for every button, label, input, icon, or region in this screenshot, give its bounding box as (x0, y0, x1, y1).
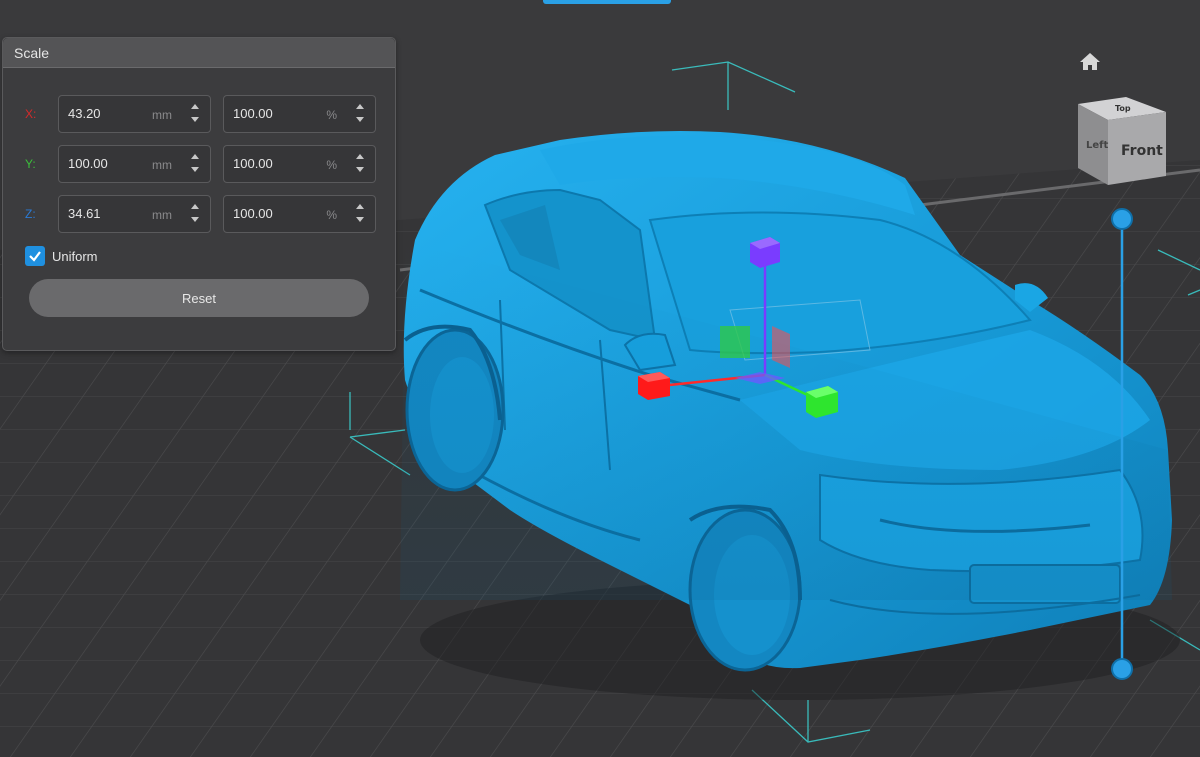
scale-x-percent-value: 100.00 (233, 106, 273, 121)
spin-down-icon (356, 217, 364, 222)
axis-label-y: Y: (25, 157, 36, 171)
gizmo-y-handle[interactable] (806, 386, 838, 418)
scale-y-percent-value: 100.00 (233, 156, 273, 171)
spin-up-icon (356, 104, 364, 109)
scale-x-mm-input[interactable]: 43.20 mm (58, 95, 211, 133)
spin-down-icon (191, 117, 199, 122)
height-slider-bottom-handle (1111, 658, 1133, 680)
spin-down-icon (356, 167, 364, 172)
spinner[interactable] (354, 151, 366, 177)
scale-row-z: Z: 34.61 mm 100.00 % (3, 195, 393, 233)
scale-z-percent-input[interactable]: 100.00 % (223, 195, 376, 233)
axis-label-z: Z: (25, 207, 36, 221)
spinner[interactable] (189, 151, 201, 177)
scale-y-percent-input[interactable]: 100.00 % (223, 145, 376, 183)
spin-up-icon (191, 104, 199, 109)
scale-panel-header: Scale (3, 38, 395, 68)
unit-mm-label: mm (152, 208, 172, 222)
scale-panel: Scale X: 43.20 mm 100.00 % Y: 100.00 mm … (2, 37, 396, 351)
nav-cube-top-label: Top (1115, 104, 1131, 113)
spinner[interactable] (189, 201, 201, 227)
spin-up-icon (356, 204, 364, 209)
checkmark-icon (29, 251, 41, 262)
spin-up-icon (191, 154, 199, 159)
scale-z-mm-value: 34.61 (68, 206, 101, 221)
spin-down-icon (191, 217, 199, 222)
scale-z-mm-input[interactable]: 34.61 mm (58, 195, 211, 233)
spinner[interactable] (189, 101, 201, 127)
unit-mm-label: mm (152, 158, 172, 172)
top-toolbar-tab[interactable] (543, 0, 671, 4)
uniform-label: Uniform (52, 248, 98, 264)
spinner[interactable] (354, 101, 366, 127)
nav-cube-front-label: Front (1121, 143, 1163, 159)
unit-percent-label: % (326, 108, 337, 122)
scale-row-y: Y: 100.00 mm 100.00 % (3, 145, 393, 183)
uniform-checkbox[interactable] (25, 246, 45, 266)
unit-percent-label: % (326, 208, 337, 222)
home-icon[interactable] (1080, 53, 1100, 70)
scale-panel-title: Scale (14, 44, 50, 61)
uniform-option[interactable]: Uniform (25, 246, 98, 266)
spin-up-icon (356, 154, 364, 159)
scale-x-percent-input[interactable]: 100.00 % (223, 95, 376, 133)
reset-button-label: Reset (182, 290, 216, 306)
axis-label-x: X: (25, 107, 37, 121)
scale-y-mm-input[interactable]: 100.00 mm (58, 145, 211, 183)
navigation-cube[interactable]: Top Left Front (1078, 97, 1166, 185)
spin-down-icon (356, 117, 364, 122)
spinner[interactable] (354, 201, 366, 227)
scale-z-percent-value: 100.00 (233, 206, 273, 221)
unit-percent-label: % (326, 158, 337, 172)
scale-row-x: X: 43.20 mm 100.00 % (3, 95, 393, 133)
reset-button[interactable]: Reset (29, 279, 369, 317)
spin-down-icon (191, 167, 199, 172)
unit-mm-label: mm (152, 108, 172, 122)
height-slider-top-handle (1111, 208, 1133, 230)
scale-y-mm-value: 100.00 (68, 156, 108, 171)
gizmo-x-handle[interactable] (638, 372, 670, 400)
spin-up-icon (191, 204, 199, 209)
nav-cube-left-label: Left (1086, 140, 1109, 151)
scale-x-mm-value: 43.20 (68, 106, 101, 121)
